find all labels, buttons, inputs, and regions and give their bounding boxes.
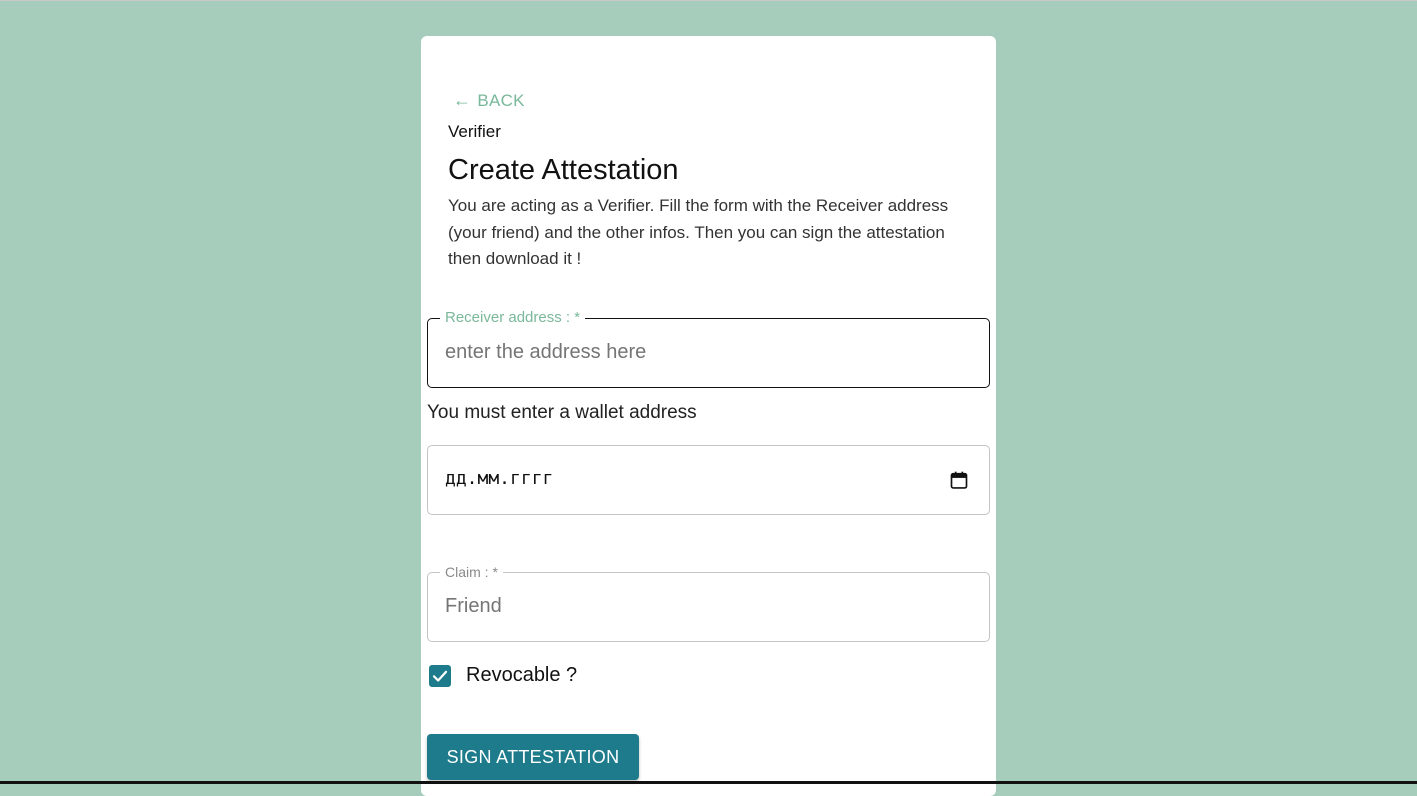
claim-label: Claim : * <box>440 564 503 580</box>
claim-input[interactable] <box>445 595 929 618</box>
receiver-address-field[interactable]: Receiver address : * <box>427 310 990 388</box>
calendar-icon[interactable] <box>949 470 969 490</box>
arrow-left-icon: ← <box>453 90 472 110</box>
date-input[interactable]: дд.мм.гггг <box>445 468 553 489</box>
checkmark-icon <box>432 670 448 682</box>
attestation-card: ← BACK Verifier Create Attestation You a… <box>421 36 996 796</box>
revocable-checkbox[interactable] <box>429 664 451 687</box>
back-link[interactable]: ← BACK <box>453 90 525 111</box>
top-border <box>0 0 1417 1</box>
page-description: You are acting as a Verifier. Fill the f… <box>448 196 949 268</box>
date-field[interactable]: дд.мм.гггг <box>427 445 990 515</box>
revocable-label: Revocable ? <box>466 664 578 686</box>
sign-attestation-button[interactable]: SIGN ATTESTATION <box>427 734 639 780</box>
revocable-row: Revocable ? <box>429 664 577 687</box>
role-label: Verifier <box>448 122 501 141</box>
receiver-address-label: Receiver address : * <box>440 310 586 326</box>
page-title: Create Attestation <box>448 154 679 186</box>
back-label: BACK <box>477 90 525 110</box>
receiver-address-input[interactable] <box>445 341 929 364</box>
claim-field[interactable]: Claim : * <box>427 564 990 642</box>
receiver-error-text: You must enter a wallet address <box>427 402 697 423</box>
